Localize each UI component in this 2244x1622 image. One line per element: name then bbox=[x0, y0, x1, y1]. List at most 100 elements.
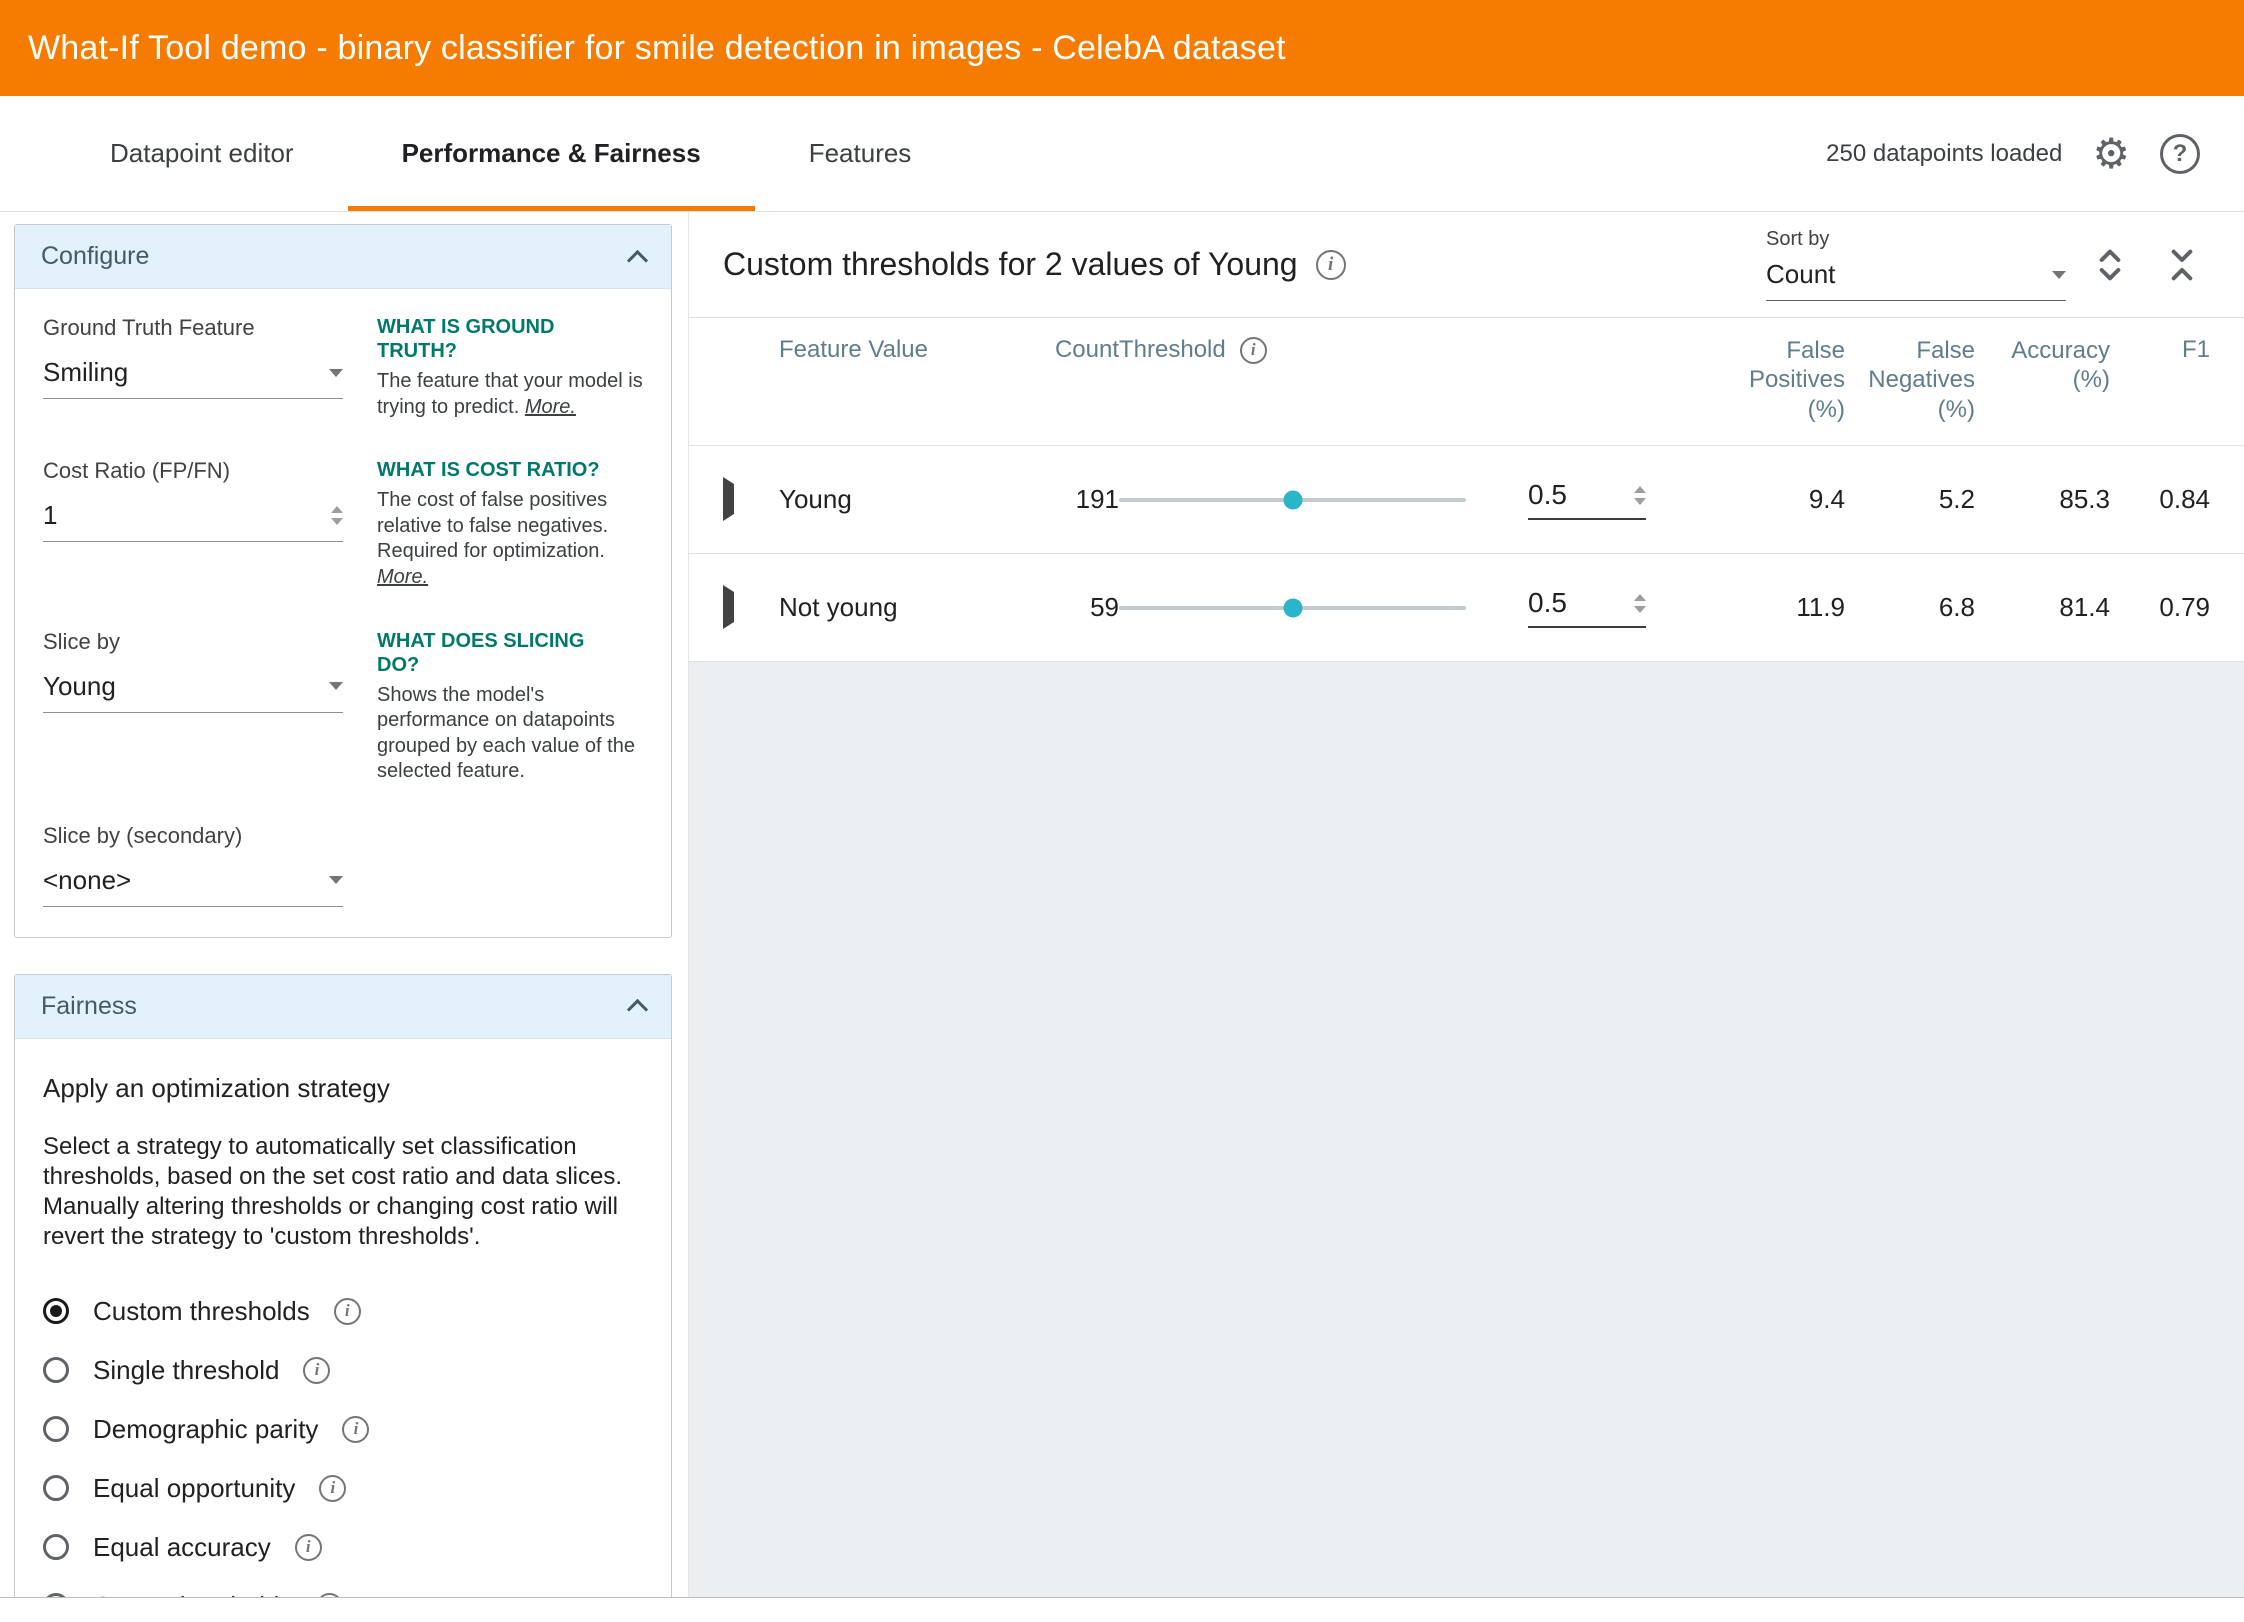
slice-secondary-field: Slice by (secondary) <none> bbox=[43, 823, 343, 907]
header-false-negatives: False Negatives (%) bbox=[1845, 336, 1975, 424]
false-negatives-cell: 6.8 bbox=[1845, 592, 1975, 623]
slider-thumb[interactable] bbox=[1283, 490, 1302, 509]
threshold-value: 0.5 bbox=[1528, 587, 1567, 619]
feature-value-cell: Young bbox=[779, 484, 989, 515]
threshold-input[interactable]: 0.5 bbox=[1528, 479, 1646, 520]
cost-ratio-value: 1 bbox=[43, 500, 57, 531]
more-link[interactable]: More. bbox=[525, 396, 576, 418]
count-cell: 191 bbox=[989, 484, 1119, 515]
unfold-less-button[interactable] bbox=[2154, 237, 2210, 293]
table-header-row: Feature Value Count Threshold False Posi… bbox=[689, 318, 2244, 446]
row-expand-arrow[interactable] bbox=[723, 477, 734, 521]
sort-by-select[interactable]: Count bbox=[1766, 259, 2066, 301]
stepper-down-icon bbox=[1634, 498, 1646, 505]
feature-value-cell: Not young bbox=[779, 592, 989, 623]
header-false-positives: False Positives (%) bbox=[1680, 336, 1845, 424]
number-stepper[interactable] bbox=[1634, 594, 1646, 613]
settings-gear-icon[interactable] bbox=[2092, 133, 2130, 175]
app-title: What-If Tool demo - binary classifier fo… bbox=[28, 29, 1286, 68]
count-cell: 59 bbox=[989, 592, 1119, 623]
ground-truth-help-title: WHAT IS GROUND TRUTH? bbox=[377, 315, 632, 363]
fairness-option-demographic-parity[interactable]: Demographic parity bbox=[43, 1414, 643, 1445]
cost-ratio-input[interactable]: 1 bbox=[43, 500, 343, 542]
content-area: Configure Ground Truth Feature Smiling bbox=[0, 212, 2244, 1597]
tab-label: Datapoint editor bbox=[110, 138, 294, 169]
threshold-slider[interactable] bbox=[1119, 606, 1466, 610]
tab-features[interactable]: Features bbox=[755, 96, 966, 211]
slice-secondary-label: Slice by (secondary) bbox=[43, 823, 343, 849]
info-icon[interactable] bbox=[334, 1298, 361, 1325]
radio-button-icon bbox=[43, 1298, 69, 1324]
option-label: Custom thresholds bbox=[93, 1296, 310, 1327]
tabbar-right: 250 datapoints loaded bbox=[1826, 96, 2200, 211]
cost-ratio-help-text: The cost of false positives relative to … bbox=[377, 488, 643, 590]
sort-by-label: Sort by bbox=[1766, 228, 2066, 251]
info-icon[interactable] bbox=[295, 1534, 322, 1561]
fairness-option-custom-thresholds[interactable]: Custom thresholds bbox=[43, 1296, 643, 1327]
cost-ratio-label: Cost Ratio (FP/FN) bbox=[43, 458, 343, 484]
fairness-panel-body: Apply an optimization strategy Select a … bbox=[15, 1039, 671, 1597]
row-expand-arrow[interactable] bbox=[723, 585, 734, 629]
number-stepper[interactable] bbox=[331, 506, 343, 525]
more-link[interactable]: More. bbox=[377, 566, 428, 588]
sort-by-block: Sort by Count bbox=[1766, 228, 2066, 301]
table-row-young: Young 191 0.5 9.4 5.2 85.3 0.84 bbox=[689, 446, 2244, 554]
info-icon[interactable] bbox=[303, 1357, 330, 1384]
dropdown-caret-icon bbox=[329, 876, 343, 884]
bottom-strip bbox=[0, 1597, 2244, 1622]
radio-button-icon bbox=[43, 1475, 69, 1501]
header-feature-value: Feature Value bbox=[779, 336, 989, 364]
ground-truth-help-text: The feature that your model is trying to… bbox=[377, 369, 643, 420]
fairness-option-single-threshold[interactable]: Single threshold bbox=[43, 1355, 643, 1386]
configure-panel-body: Ground Truth Feature Smiling WHAT IS GRO… bbox=[15, 289, 671, 937]
slice-by-select[interactable]: Young bbox=[43, 671, 343, 713]
info-icon[interactable] bbox=[319, 1475, 346, 1502]
what-if-tool-app: What-If Tool demo - binary classifier fo… bbox=[0, 0, 2244, 1622]
slice-by-field: Slice by Young bbox=[43, 629, 343, 785]
fairness-panel-header[interactable]: Fairness bbox=[15, 975, 671, 1039]
datapoints-loaded-status: 250 datapoints loaded bbox=[1826, 140, 2062, 168]
stepper-up-icon bbox=[1634, 486, 1646, 493]
number-stepper[interactable] bbox=[1634, 486, 1646, 505]
title-info-icon[interactable] bbox=[1316, 250, 1346, 280]
threshold-value: 0.5 bbox=[1528, 479, 1567, 511]
unfold-more-button[interactable] bbox=[2082, 237, 2138, 293]
tab-performance-fairness[interactable]: Performance & Fairness bbox=[348, 96, 755, 211]
help-text-body: The feature that your model is trying to… bbox=[377, 370, 643, 418]
info-icon[interactable] bbox=[342, 1416, 369, 1443]
ground-truth-value: Smiling bbox=[43, 357, 128, 388]
configure-panel: Configure Ground Truth Feature Smiling bbox=[14, 224, 672, 938]
radio-button-icon bbox=[43, 1416, 69, 1442]
option-label: Single threshold bbox=[93, 1355, 279, 1386]
false-negatives-cell: 5.2 bbox=[1845, 484, 1975, 515]
slider-thumb[interactable] bbox=[1283, 598, 1302, 617]
unfold-less-icon bbox=[2162, 245, 2202, 285]
slice-by-help-title: WHAT DOES SLICING DO? bbox=[377, 629, 632, 677]
header-accuracy: Accuracy (%) bbox=[1975, 336, 2110, 395]
option-label: Demographic parity bbox=[93, 1414, 318, 1445]
fairness-option-equal-opportunity[interactable]: Equal opportunity bbox=[43, 1473, 643, 1504]
threshold-info-icon[interactable] bbox=[1240, 337, 1267, 364]
performance-main-panel: Custom thresholds for 2 values of Young … bbox=[688, 212, 2244, 1597]
help-question-icon[interactable] bbox=[2160, 134, 2200, 174]
tab-label: Features bbox=[809, 138, 912, 169]
cost-ratio-help: WHAT IS COST RATIO? The cost of false po… bbox=[377, 458, 643, 590]
false-positives-cell: 9.4 bbox=[1680, 484, 1845, 515]
configure-title: Configure bbox=[41, 242, 149, 271]
sort-by-value: Count bbox=[1766, 259, 1835, 290]
optimization-strategy-description: Select a strategy to automatically set c… bbox=[43, 1132, 643, 1252]
slice-secondary-select[interactable]: <none> bbox=[43, 865, 343, 907]
radio-button-icon bbox=[43, 1593, 69, 1597]
threshold-input[interactable]: 0.5 bbox=[1528, 587, 1646, 628]
slice-by-value: Young bbox=[43, 671, 116, 702]
threshold-slider[interactable] bbox=[1119, 498, 1466, 502]
accuracy-cell: 81.4 bbox=[1975, 592, 2110, 623]
header-count: Count bbox=[989, 336, 1119, 364]
fairness-option-equal-accuracy[interactable]: Equal accuracy bbox=[43, 1532, 643, 1563]
ground-truth-select[interactable]: Smiling bbox=[43, 357, 343, 399]
f1-cell: 0.79 bbox=[2110, 592, 2210, 623]
configure-panel-header[interactable]: Configure bbox=[15, 225, 671, 289]
tab-datapoint-editor[interactable]: Datapoint editor bbox=[56, 96, 348, 211]
slice-by-help: WHAT DOES SLICING DO? Shows the model's … bbox=[377, 629, 643, 785]
dropdown-caret-icon bbox=[329, 682, 343, 690]
